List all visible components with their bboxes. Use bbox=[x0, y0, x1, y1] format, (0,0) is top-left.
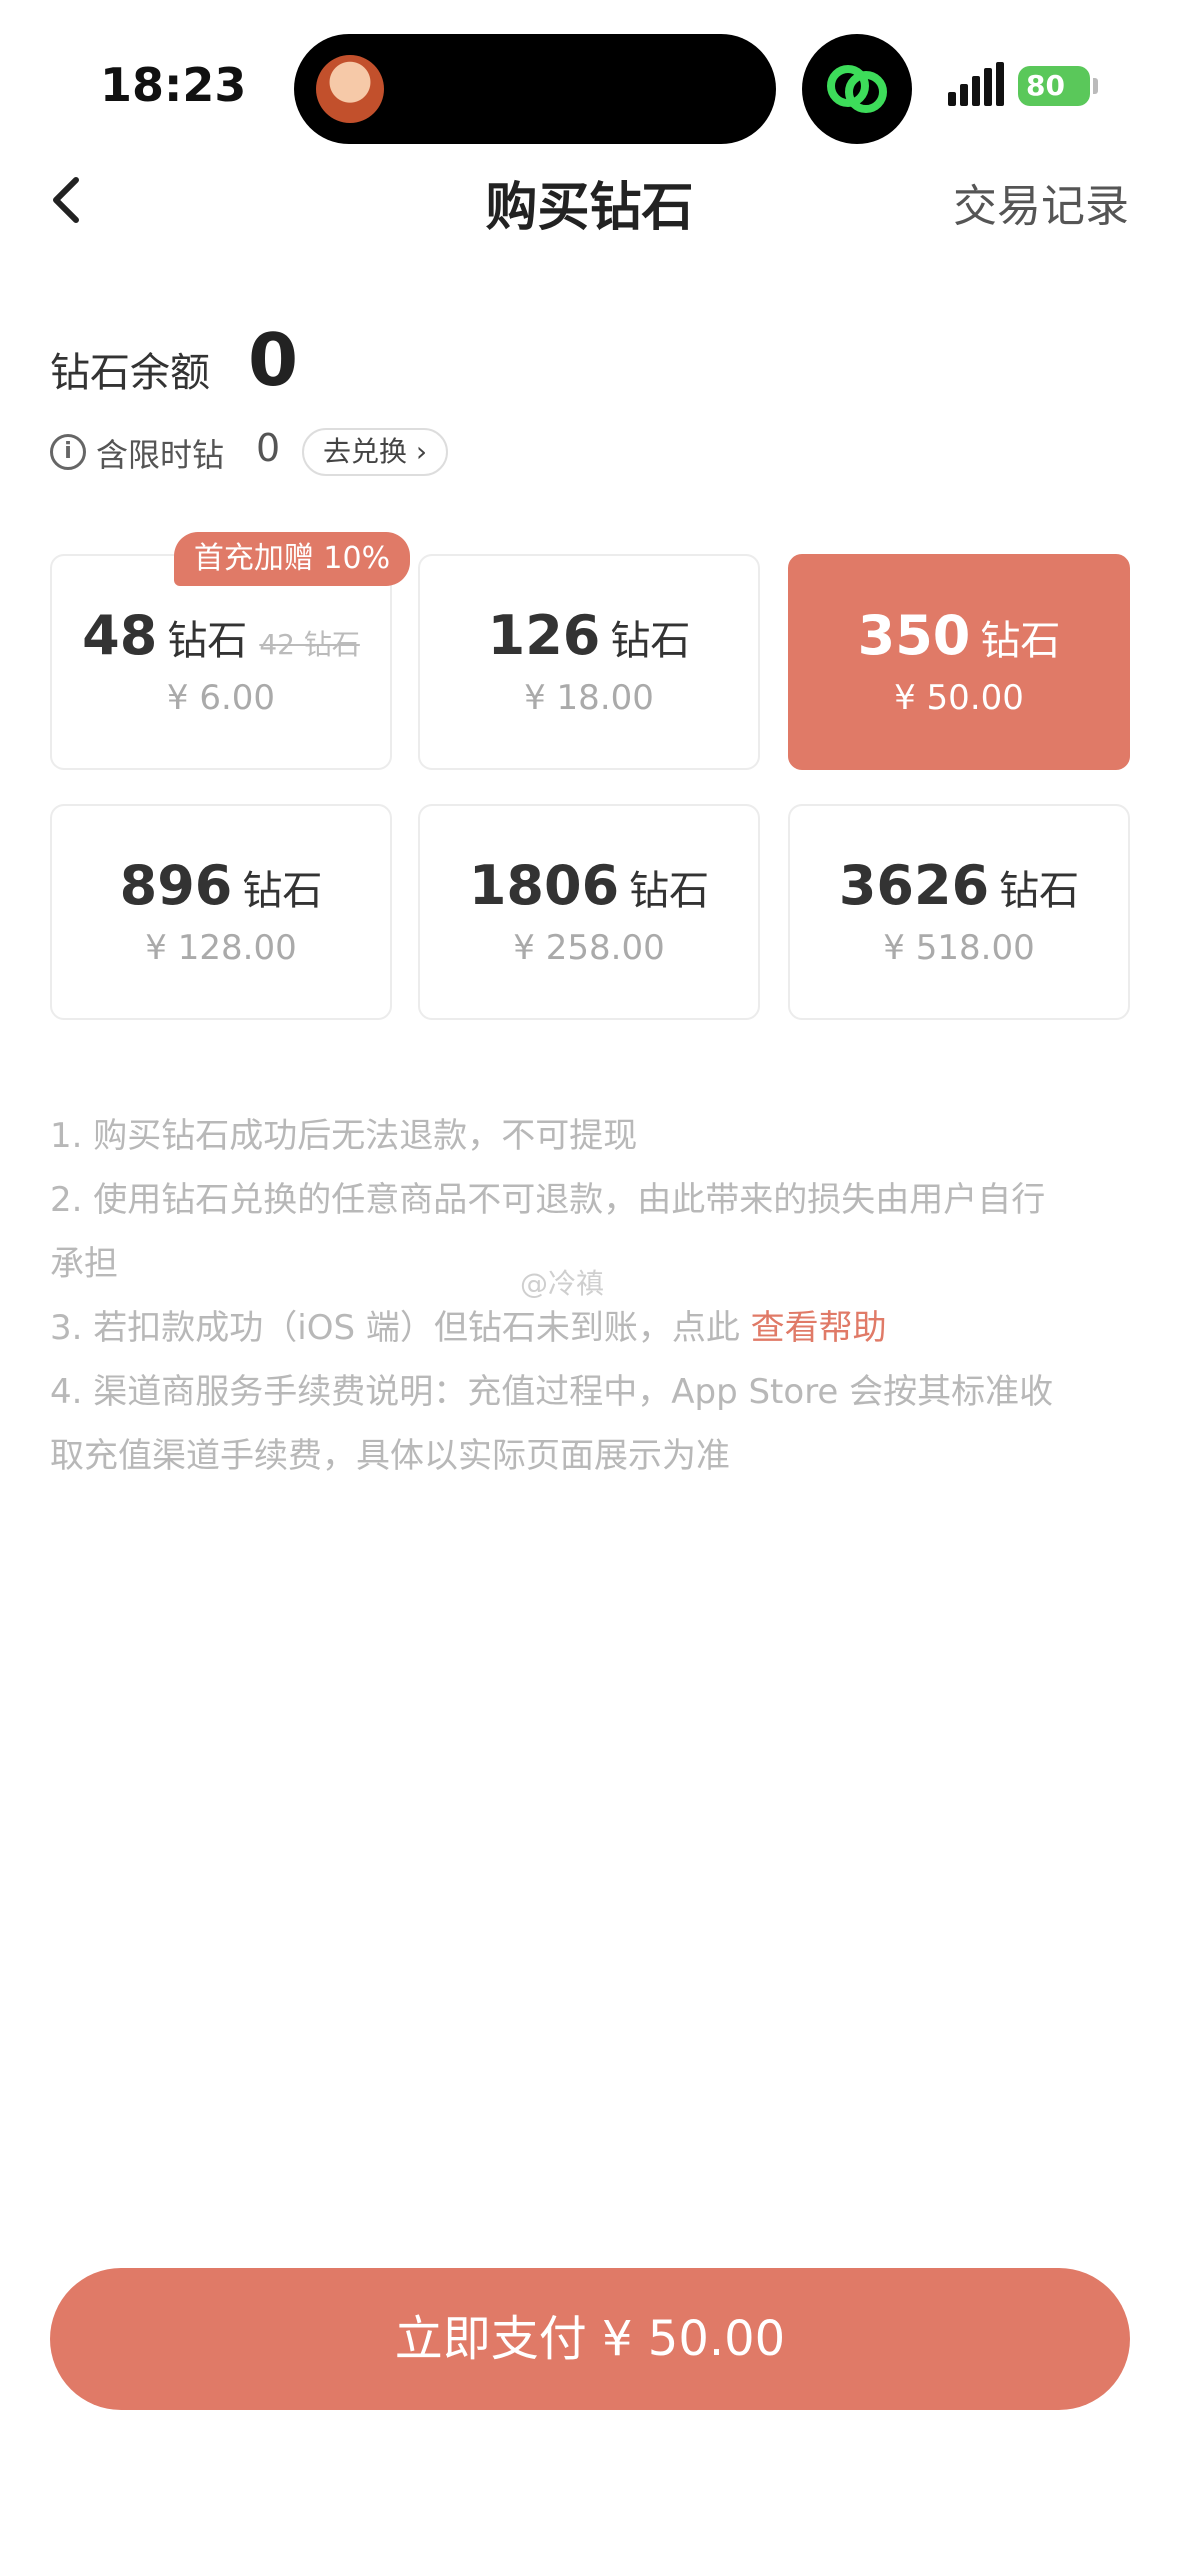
package-card-1806[interactable]: 1806 钻石 ¥ 258.00 bbox=[418, 804, 760, 1020]
avatar bbox=[316, 55, 384, 123]
package-amount: 48 bbox=[82, 604, 158, 667]
package-unit: 钻石 bbox=[242, 868, 323, 914]
info-icon[interactable]: i bbox=[50, 434, 86, 470]
package-amount: 1806 bbox=[468, 854, 620, 917]
package-price: ¥ 258.00 bbox=[513, 928, 665, 968]
package-unit: 钻石 bbox=[980, 618, 1061, 664]
status-time: 18:23 bbox=[100, 58, 247, 112]
note-2-line-1: 2. 使用钻石兑换的任意商品不可退款，由此带来的损失由用户自行 bbox=[50, 1180, 1046, 1220]
view-help-link[interactable]: 查看帮助 bbox=[751, 1308, 887, 1348]
package-unit: 钻石 bbox=[167, 618, 248, 664]
exchange-button[interactable]: 去兑换 › bbox=[302, 428, 448, 476]
note-3-text: 3. 若扣款成功（iOS 端）但钻石未到账，点此 bbox=[50, 1308, 751, 1348]
package-card-48[interactable]: 48 钻石 42 钻石 ¥ 6.00 bbox=[50, 554, 392, 770]
dynamic-island bbox=[294, 34, 776, 144]
package-amount: 896 bbox=[119, 854, 233, 917]
limited-diamond-value: 0 bbox=[256, 426, 281, 470]
package-price: ¥ 18.00 bbox=[524, 678, 654, 718]
note-4-line-2: 取充值渠道手续费，具体以实际页面展示为准 bbox=[50, 1436, 730, 1476]
pay-now-button[interactable]: 立即支付 ¥ 50.00 bbox=[50, 2268, 1130, 2410]
package-card-896[interactable]: 896 钻石 ¥ 128.00 bbox=[50, 804, 392, 1020]
battery-icon: 80 bbox=[1018, 66, 1090, 106]
transaction-history-link[interactable]: 交易记录 bbox=[953, 170, 1129, 234]
link-icon bbox=[802, 34, 912, 144]
package-price: ¥ 6.00 bbox=[166, 678, 276, 718]
package-original-amount: 42 钻石 bbox=[259, 628, 360, 661]
note-3: 3. 若扣款成功（iOS 端）但钻石未到账，点此 查看帮助 bbox=[50, 1296, 1130, 1360]
package-amount: 126 bbox=[487, 604, 601, 667]
package-price: ¥ 518.00 bbox=[883, 928, 1035, 968]
package-unit: 钻石 bbox=[999, 868, 1080, 914]
package-amount: 350 bbox=[857, 604, 971, 667]
balance-value: 0 bbox=[248, 318, 299, 402]
package-price: ¥ 50.00 bbox=[894, 678, 1024, 718]
limited-diamond-label: 含限时钻 bbox=[96, 436, 225, 474]
note-4-line-1: 4. 渠道商服务手续费说明：充值过程中，App Store 会按其标准收 bbox=[50, 1372, 1054, 1412]
package-card-350-selected[interactable]: 350 钻石 ¥ 50.00 bbox=[788, 554, 1130, 770]
package-card-3626[interactable]: 3626 钻石 ¥ 518.00 bbox=[788, 804, 1130, 1020]
package-card-126[interactable]: 126 钻石 ¥ 18.00 bbox=[418, 554, 760, 770]
exchange-button-label: 去兑换 bbox=[322, 435, 407, 468]
package-unit: 钻石 bbox=[610, 618, 691, 664]
package-amount: 3626 bbox=[838, 854, 990, 917]
first-charge-bonus-badge: 首充加赠 10% bbox=[174, 532, 410, 586]
balance-label: 钻石余额 bbox=[50, 350, 210, 396]
signal-icon bbox=[948, 62, 1004, 106]
note-1: 1. 购买钻石成功后无法退款，不可提现 bbox=[50, 1116, 638, 1156]
package-price: ¥ 128.00 bbox=[145, 928, 297, 968]
package-unit: 钻石 bbox=[629, 868, 710, 914]
battery-tip bbox=[1093, 78, 1098, 94]
